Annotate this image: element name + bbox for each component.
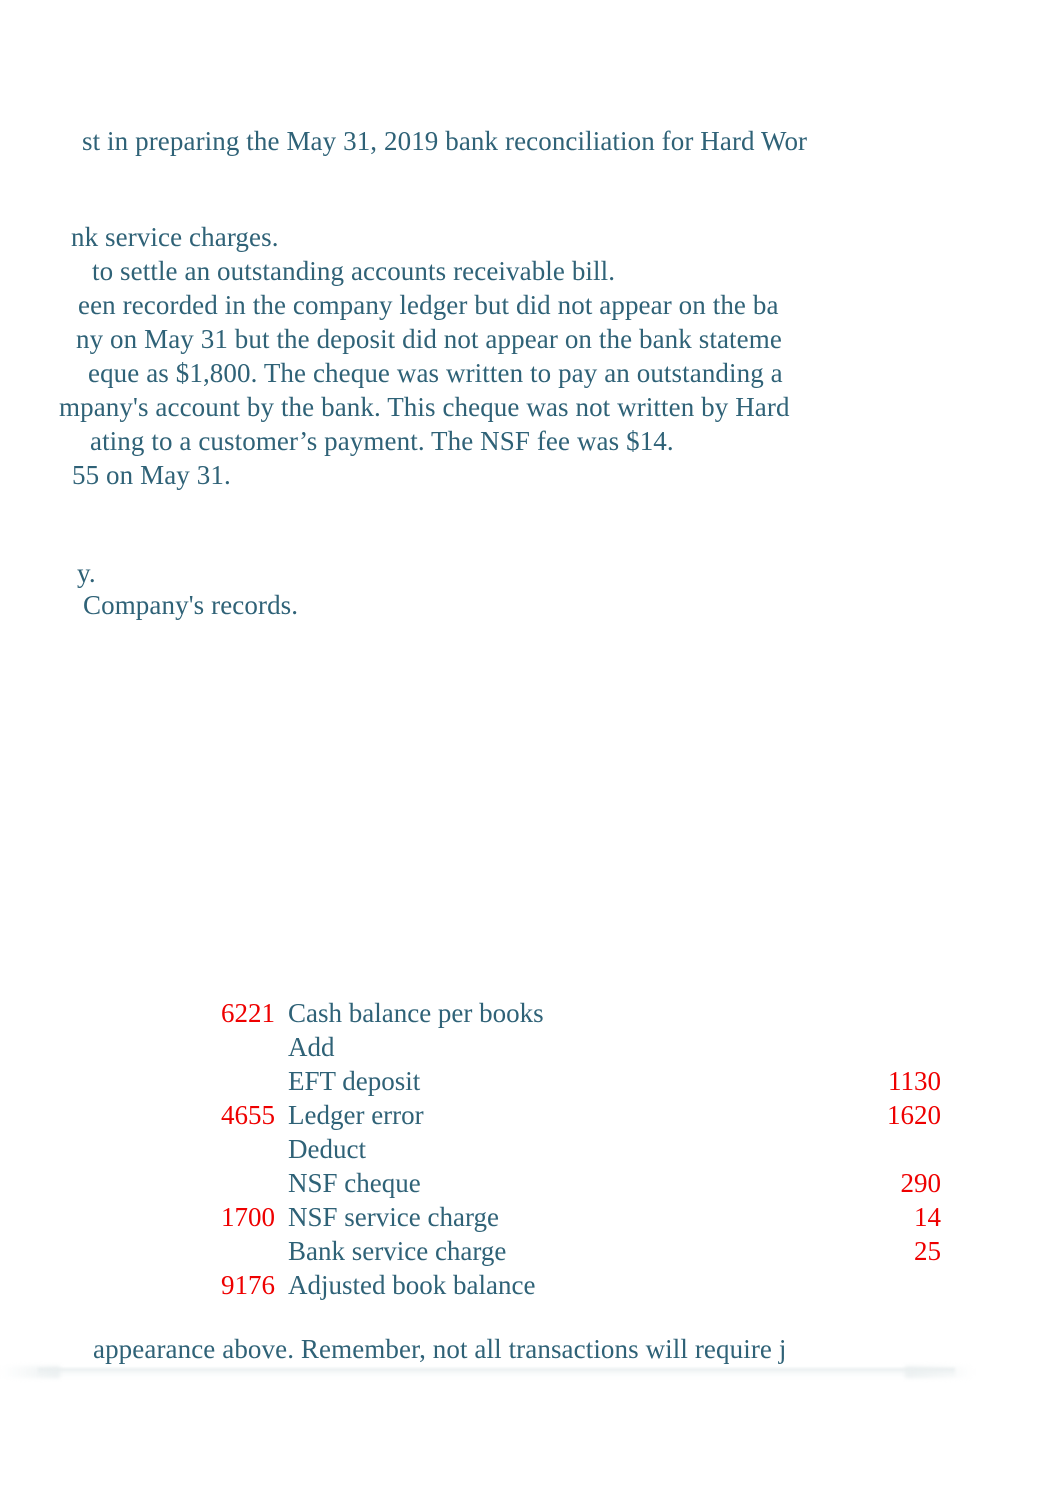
document-text-line: ny on May 31 but the deposit did not app… xyxy=(76,324,782,354)
reconciliation-amount-right: 25 xyxy=(914,1236,941,1266)
table-row: 4655 Ledger error 1620 xyxy=(0,1098,1062,1132)
reconciliation-amount-left: 9176 xyxy=(221,1270,275,1300)
page-bottom-shadow xyxy=(38,1368,955,1378)
document-text-line: mpany's account by the bank. This cheque… xyxy=(59,392,790,422)
page-bottom-shadow-right xyxy=(905,1366,975,1378)
reconciliation-line-label: Adjusted book balance xyxy=(288,1270,536,1300)
document-text-line: eque as $1,800. The cheque was written t… xyxy=(88,358,783,388)
document-text-line: st in preparing the May 31, 2019 bank re… xyxy=(82,126,808,156)
reconciliation-line-label: Cash balance per books xyxy=(288,998,544,1028)
reconciliation-amount-left: 4655 xyxy=(221,1100,275,1130)
document-text-line: nk service charges. xyxy=(71,222,279,252)
reconciliation-line-label: Add xyxy=(288,1032,335,1062)
document-page: st in preparing the May 31, 2019 bank re… xyxy=(0,0,1062,1506)
table-row: Bank service charge 25 xyxy=(0,1234,1062,1268)
document-text-line: appearance above. Remember, not all tran… xyxy=(93,1334,787,1364)
reconciliation-line-label: NSF cheque xyxy=(288,1168,421,1198)
table-row: EFT deposit 1130 xyxy=(0,1064,1062,1098)
reconciliation-line-label: NSF service charge xyxy=(288,1202,499,1232)
document-text-line: Company's records. xyxy=(83,590,299,620)
reconciliation-amount-right: 290 xyxy=(900,1168,942,1198)
reconciliation-amount-left: 1700 xyxy=(221,1202,275,1232)
document-text-line: 55 on May 31. xyxy=(72,460,231,490)
document-text-line: ating to a customer’s payment. The NSF f… xyxy=(90,426,674,456)
table-row: Add xyxy=(0,1030,1062,1064)
reconciliation-line-label: EFT deposit xyxy=(288,1066,421,1096)
bank-reconciliation-table: 6221 Cash balance per books Add EFT deposit… xyxy=(0,996,1062,1302)
reconciliation-amount-right: 14 xyxy=(914,1202,941,1232)
reconciliation-line-label: Ledger error xyxy=(288,1100,424,1130)
table-row: NSF cheque 290 xyxy=(0,1166,1062,1200)
document-text-line: to settle an outstanding accounts receiv… xyxy=(92,256,616,286)
document-text-line: een recorded in the company ledger but d… xyxy=(78,290,779,320)
reconciliation-amount-left: 6221 xyxy=(221,998,275,1028)
document-text-line: y. xyxy=(77,558,96,588)
page-bottom-shadow-left xyxy=(0,1366,60,1378)
reconciliation-line-label: Bank service charge xyxy=(288,1236,507,1266)
reconciliation-amount-right: 1130 xyxy=(888,1066,941,1096)
table-row: 1700 NSF service charge 14 xyxy=(0,1200,1062,1234)
table-row: 9176 Adjusted book balance xyxy=(0,1268,1062,1302)
reconciliation-line-label: Deduct xyxy=(288,1134,366,1164)
reconciliation-amount-right: 1620 xyxy=(887,1100,941,1130)
table-row: 6221 Cash balance per books xyxy=(0,996,1062,1030)
table-row: Deduct xyxy=(0,1132,1062,1166)
